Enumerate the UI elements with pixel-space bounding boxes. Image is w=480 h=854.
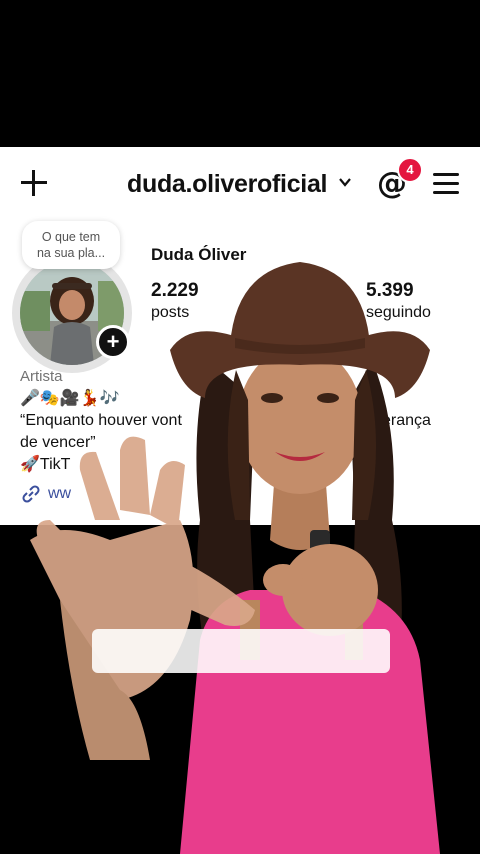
caption-bar [92,629,390,673]
presenter-overlay [30,262,440,854]
